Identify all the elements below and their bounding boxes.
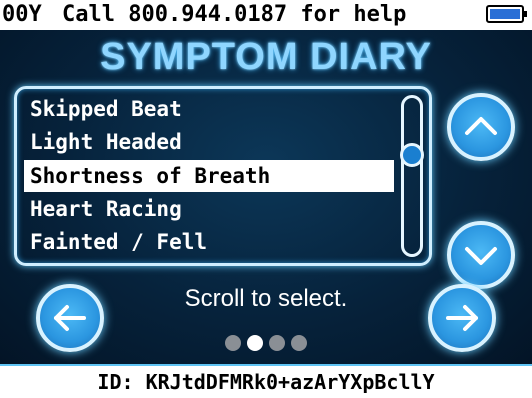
list-item-label: Shortness of Breath xyxy=(30,164,271,188)
scroll-up-button[interactable] xyxy=(447,93,515,161)
list-item[interactable]: Heart Racing xyxy=(24,193,394,225)
symptom-list: Skipped Beat Light Headed Shortness of B… xyxy=(14,86,432,266)
help-phone-text: Call 800.944.0187 for help xyxy=(62,2,407,27)
arrow-right-icon xyxy=(446,305,478,331)
chevron-down-icon xyxy=(465,247,497,265)
page-dot xyxy=(269,335,285,351)
list-item[interactable]: Light Headed xyxy=(24,126,394,158)
list-item-selected[interactable]: Shortness of Breath xyxy=(24,160,394,192)
signal-indicator: 00Y xyxy=(2,2,42,27)
scroll-down-button[interactable] xyxy=(447,221,515,289)
device-id-bar: ID: KRJtdDFMRk0+azArYXpBcllY xyxy=(0,366,532,398)
page-title: SYMPTOM DIARY xyxy=(100,36,432,78)
scroll-hint: Scroll to select. xyxy=(184,285,348,312)
list-item-label: Skipped Beat xyxy=(30,97,182,121)
status-bar: 00Y Call 800.944.0187 for help xyxy=(0,0,532,30)
page-dot xyxy=(291,335,307,351)
scrollbar[interactable] xyxy=(400,95,424,257)
page-dot-active xyxy=(247,335,263,351)
chevron-up-icon xyxy=(465,117,497,135)
list-item-label: Heart Racing xyxy=(30,197,182,221)
list-item-label: Light Headed xyxy=(30,130,182,154)
list-item[interactable]: Skipped Beat xyxy=(24,93,394,125)
main-panel: SYMPTOM DIARY Skipped Beat Light Headed … xyxy=(0,30,532,366)
device-screen: 00Y Call 800.944.0187 for help SYMPTOM D… xyxy=(0,0,532,398)
page-dot xyxy=(225,335,241,351)
scrollbar-thumb[interactable] xyxy=(400,143,424,167)
list-item[interactable]: Fainted / Fell xyxy=(24,226,394,258)
list-item-label: Fainted / Fell xyxy=(30,230,208,254)
next-button[interactable] xyxy=(428,284,496,352)
battery-icon xyxy=(486,5,527,23)
